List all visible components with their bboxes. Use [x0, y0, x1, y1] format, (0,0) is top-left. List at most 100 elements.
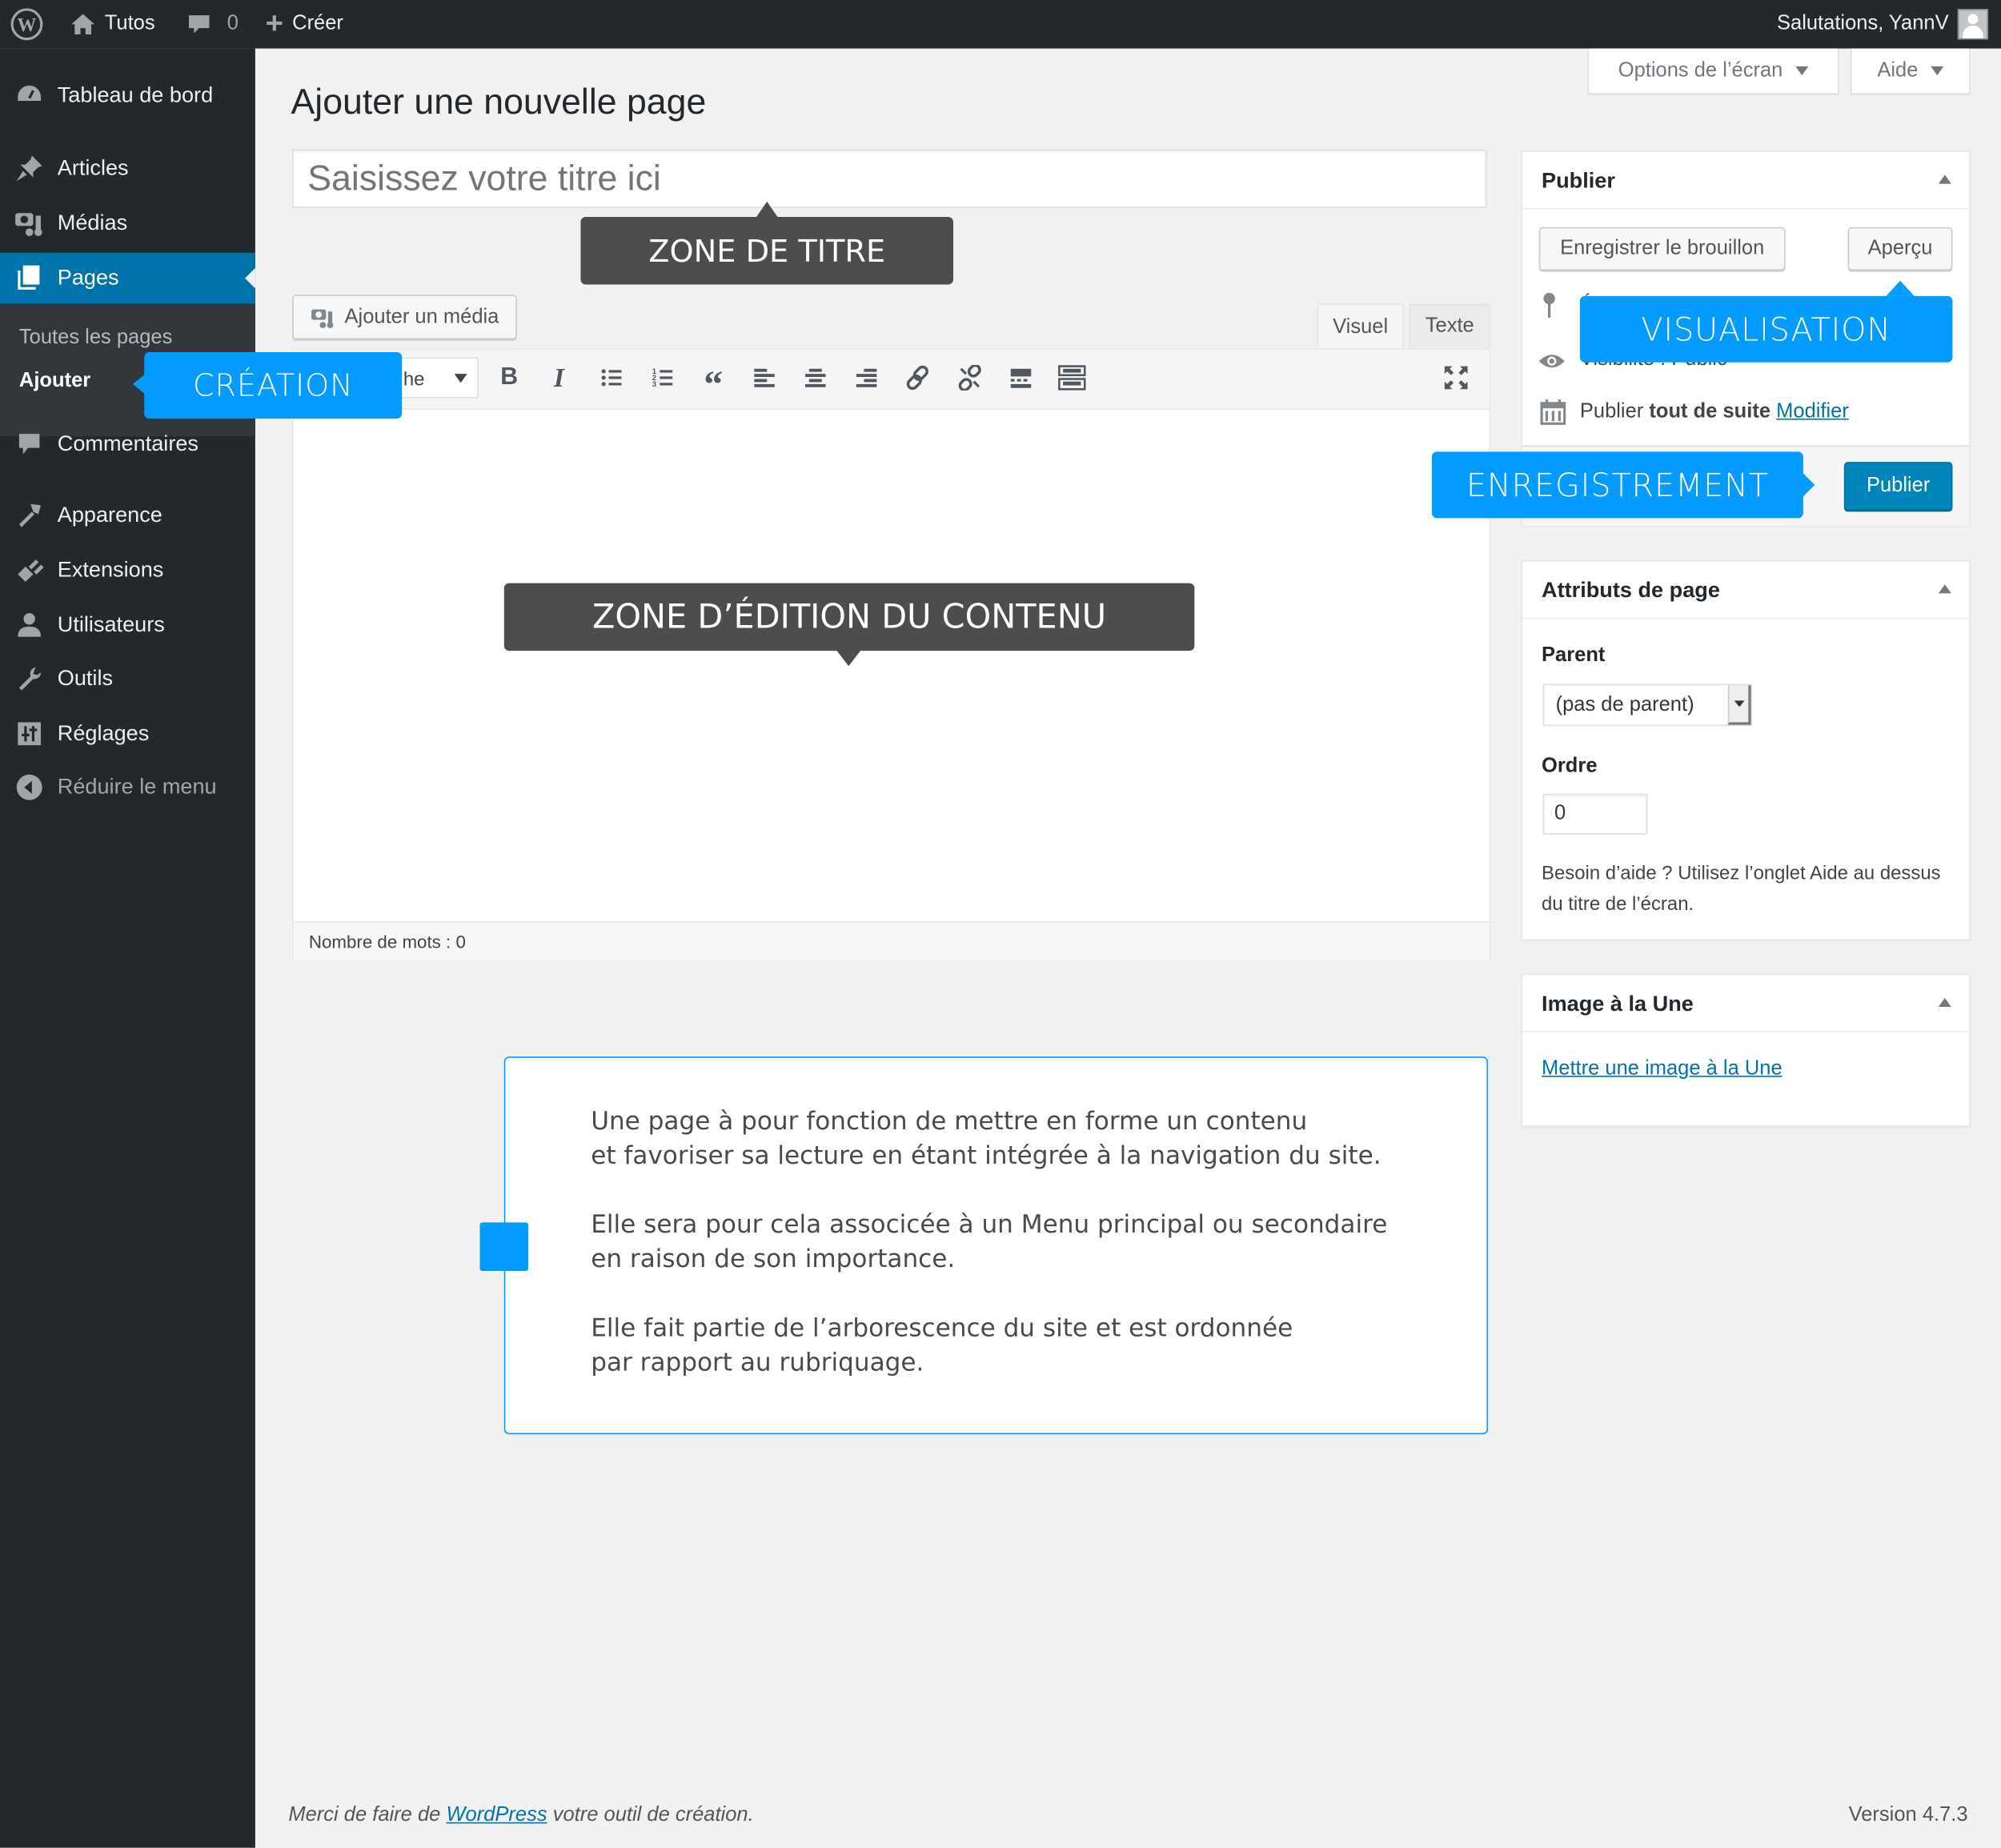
page-attributes-header[interactable]: Attributs de page — [1522, 562, 1970, 619]
screen-options-button[interactable]: Options de l’écran — [1587, 48, 1839, 94]
pin-icon — [14, 153, 45, 183]
brush-icon — [14, 500, 45, 531]
bulleted-list-button[interactable] — [596, 363, 627, 393]
page-attributes-title: Attributs de page — [1542, 578, 1720, 603]
site-name-link[interactable]: Tutos — [70, 0, 155, 49]
publish-button[interactable]: Publier — [1843, 462, 1953, 511]
avatar — [1957, 9, 1989, 40]
help-button[interactable]: Aide — [1850, 48, 1971, 94]
new-content-link[interactable]: + Créer — [266, 0, 343, 49]
wordpress-admin: W Tutos 0 + Créer Salutations, YannV Tab… — [0, 0, 2001, 1848]
collapse-toggle-icon[interactable] — [1938, 174, 1951, 184]
dashboard-icon — [14, 80, 45, 110]
account-menu[interactable]: Salutations, YannV — [1777, 0, 1989, 49]
collapse-toggle-icon[interactable] — [1938, 584, 1951, 594]
sidebar-item-users[interactable]: Utilisateurs — [0, 603, 255, 647]
content-editor: Nombre de mots : 0 — [292, 348, 1491, 961]
read-more-icon — [1010, 368, 1032, 388]
align-center-button[interactable] — [800, 363, 831, 393]
read-more-button[interactable] — [1005, 363, 1036, 393]
page-title: Ajouter une nouvelle page — [291, 82, 707, 122]
title-input[interactable] — [292, 149, 1487, 208]
chevron-down-icon — [1795, 66, 1809, 76]
blockquote-button[interactable]: “ — [698, 363, 728, 406]
wordpress-link[interactable]: WordPress — [446, 1804, 547, 1826]
publish-schedule: Publier tout de suite Modifier — [1579, 400, 1849, 423]
tab-visual[interactable]: Visuel — [1317, 303, 1404, 351]
active-indicator — [245, 267, 255, 289]
publish-box-header[interactable]: Publier — [1522, 152, 1970, 210]
sidebar-item-plugins[interactable]: Extensions — [0, 549, 255, 592]
chevron-down-icon — [1734, 700, 1745, 708]
svg-text:3: 3 — [652, 380, 656, 389]
insert-link-button[interactable] — [902, 363, 932, 393]
comments-link[interactable]: 0 — [187, 0, 239, 49]
comments-count: 0 — [227, 12, 239, 35]
fullscreen-icon — [1444, 366, 1468, 390]
set-featured-image-link[interactable]: Mettre une image à la Une — [1542, 1058, 1782, 1081]
home-icon — [71, 14, 94, 35]
submenu-item-all-pages[interactable]: Toutes les pages — [19, 327, 172, 350]
preview-button[interactable]: Aperçu — [1847, 226, 1953, 271]
featured-image-box: Image à la Une Mettre une image à la Une — [1521, 973, 1971, 1127]
align-center-icon — [805, 368, 826, 387]
save-draft-button[interactable]: Enregistrer le brouillon — [1538, 226, 1786, 271]
sidebar-item-dashboard[interactable]: Tableau de bord — [0, 74, 255, 117]
align-right-button[interactable] — [851, 363, 881, 393]
footer-version: Version 4.7.3 — [1848, 1804, 1968, 1826]
chevron-down-icon — [454, 374, 467, 383]
edit-schedule-link[interactable]: Modifier — [1776, 401, 1849, 423]
comment-icon — [188, 15, 210, 34]
toolbar-toggle-button[interactable] — [1057, 363, 1087, 393]
remove-link-button[interactable] — [955, 363, 985, 393]
footer-thanks: Merci de faire de WordPress votre outil … — [288, 1804, 754, 1826]
content-textarea[interactable] — [294, 411, 1490, 921]
sidebar-item-articles[interactable]: Articles — [0, 146, 255, 190]
info-paragraph: Une page à pour fonction de mettre en fo… — [591, 1106, 1381, 1171]
media-icon — [14, 208, 45, 239]
chevron-down-icon — [1931, 66, 1944, 76]
sidebar-item-pages[interactable]: Pages — [0, 252, 255, 304]
order-input[interactable] — [1542, 793, 1648, 835]
sidebar-item-comments[interactable]: Commentaires — [0, 423, 255, 466]
calendar-icon — [1540, 399, 1566, 431]
word-count: Nombre de mots : 0 — [308, 931, 466, 952]
parent-label: Parent — [1542, 644, 1606, 667]
sidebar-item-settings[interactable]: Réglages — [0, 712, 255, 756]
parent-select[interactable]: (pas de parent) — [1542, 683, 1753, 727]
numbered-list-button[interactable]: 123 — [647, 363, 677, 393]
creation-callout: CRÉATION — [144, 352, 403, 419]
info-paragraph: Elle sera pour cela associcée à un Menu … — [591, 1209, 1388, 1274]
svg-text:W: W — [18, 15, 37, 36]
help-text: Besoin d’aide ? Utilisez l’onglet Aide a… — [1542, 862, 1941, 916]
callout-pointer — [836, 649, 862, 667]
fullscreen-button[interactable] — [1441, 363, 1471, 393]
italic-button[interactable]: I — [543, 362, 574, 393]
pin-icon — [1540, 292, 1558, 327]
wordpress-logo-button[interactable]: W — [10, 0, 43, 49]
pages-icon — [14, 263, 45, 293]
sidebar-item-media[interactable]: Médias — [0, 202, 255, 245]
align-left-icon — [754, 368, 775, 387]
user-icon — [14, 610, 45, 640]
align-left-button[interactable] — [749, 363, 780, 393]
sidebar-item-appearance[interactable]: Apparence — [0, 494, 255, 537]
add-media-button[interactable]: Ajouter un média — [292, 295, 517, 340]
collapse-toggle-icon[interactable] — [1938, 997, 1951, 1007]
admin-sidebar: Tableau de bord Articles Médias Pages To… — [0, 48, 255, 1848]
wordpress-logo-icon: W — [10, 8, 43, 41]
tab-text[interactable]: Texte — [1409, 303, 1491, 350]
featured-image-header[interactable]: Image à la Une — [1522, 975, 1970, 1032]
eye-icon — [1538, 351, 1566, 377]
site-name: Tutos — [104, 12, 155, 35]
featured-image-title: Image à la Une — [1542, 991, 1694, 1016]
editor-status-bar: Nombre de mots : 0 — [293, 921, 1490, 961]
content-zone-callout: ZONE D’ÉDITION DU CONTENU — [503, 583, 1195, 651]
collapse-icon — [14, 772, 45, 803]
submenu-item-add-new[interactable]: Ajouter — [19, 370, 90, 393]
new-label: Créer — [292, 12, 343, 35]
title-zone-callout: ZONE DE TITRE — [580, 217, 954, 285]
bold-button[interactable]: B — [494, 363, 524, 393]
sidebar-item-tools[interactable]: Outils — [0, 657, 255, 700]
collapse-menu-button[interactable]: Réduire le menu — [0, 766, 255, 809]
